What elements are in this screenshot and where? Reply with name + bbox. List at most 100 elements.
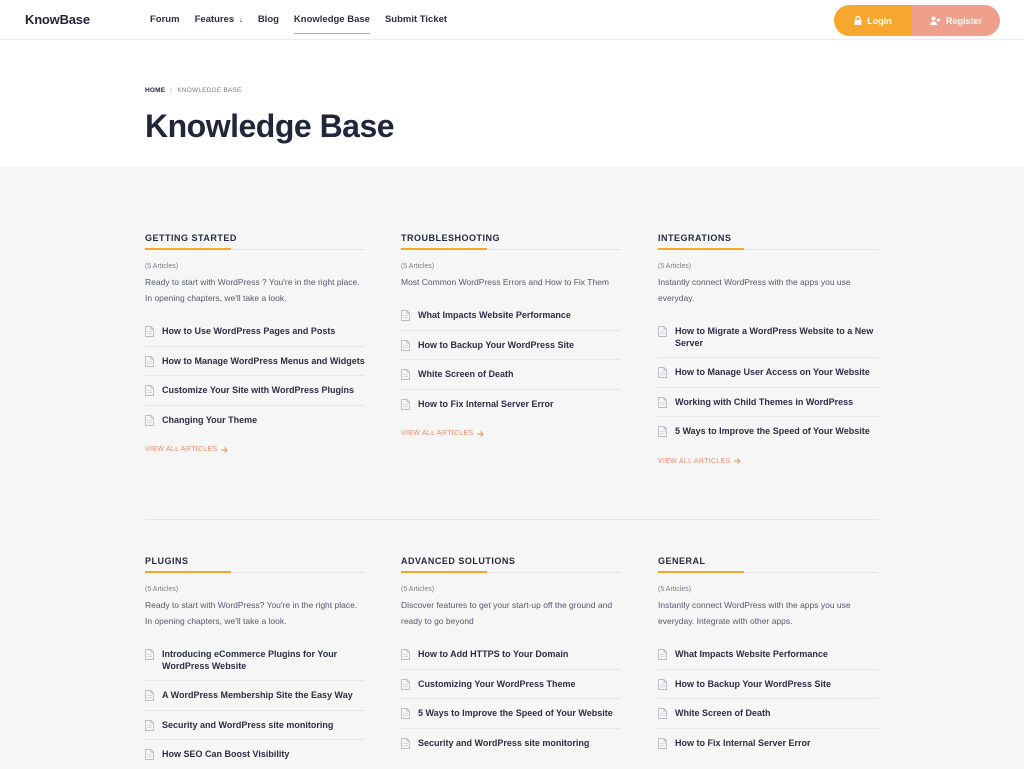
article-item[interactable]: How SEO Can Boost Visibility [145,740,365,769]
category-description: Instantly connect WordPress with the app… [658,277,851,303]
main-nav: Forum Features ↓ Blog Knowledge Base Sub… [150,0,462,40]
register-label: Register [945,15,982,26]
article-item[interactable]: Customizing Your WordPress Theme [401,670,621,699]
article-item[interactable]: How to Add HTTPS to Your Domain [401,640,621,670]
article-count: (5 Articles) [658,263,692,270]
article-list: How to Migrate a WordPress Website to a … [658,317,878,446]
article-item[interactable]: 5 Ways to Improve the Speed of Your Webs… [658,417,878,446]
site-logo[interactable]: KnowBase [25,12,90,27]
document-icon [145,649,154,660]
arrow-right-icon [477,430,485,437]
document-icon [145,690,154,701]
article-item[interactable]: Working with Child Themes in WordPress [658,388,878,417]
section-divider [145,519,879,520]
view-all-articles-link[interactable]: VIEW ALL ARTICLES [658,458,878,465]
article-item[interactable]: Changing Your Theme [145,406,365,435]
category-title[interactable]: PLUGINS [145,556,365,570]
article-item[interactable]: Security and WordPress site monitoring [145,711,365,740]
article-item[interactable]: How to Fix Internal Server Error [658,729,878,758]
register-button[interactable]: Register [912,5,1000,36]
category-title[interactable]: INTEGRATIONS [658,233,878,247]
document-icon [401,737,410,749]
article-item[interactable]: A WordPress Membership Site the Easy Way [145,681,365,711]
article-title: How to Fix Internal Server Error [675,737,811,748]
document-icon [658,396,667,408]
article-title: Security and WordPress site monitoring [162,719,334,730]
category-description: Most Common WordPress Errors and How to … [401,277,609,287]
category-title[interactable]: GENERAL [658,556,878,570]
article-title: How to Manage User Access on Your Websit… [675,367,870,377]
article-item[interactable]: How to Backup Your WordPress Site [401,331,621,360]
article-item[interactable]: What Impacts Website Performance [658,640,878,670]
article-title: How to Backup Your WordPress Site [418,339,575,350]
article-title: Security and WordPress site monitoring [418,737,590,748]
article-count: (5 Articles) [401,586,435,593]
article-list: Introducing eCommerce Plugins for Your W… [145,640,365,769]
document-icon [658,426,667,437]
arrow-right-icon [734,458,742,464]
article-title: How to Migrate a WordPress Website to a … [675,326,874,348]
article-title: What Impacts Website Performance [675,649,828,659]
category-title[interactable]: ADVANCED SOLUTIONS [401,556,621,570]
nav-blog[interactable]: Blog [258,0,279,40]
article-title: How to Manage WordPress Menus and Widget… [162,355,365,366]
article-item[interactable]: What Impacts Website Performance [401,301,621,331]
article-list: How to Add HTTPS to Your Domain Customizi… [401,640,621,757]
article-title: 5 Ways to Improve the Speed of Your Webs… [675,426,870,436]
document-icon [145,355,154,367]
article-item[interactable]: How to Use WordPress Pages and Posts [145,317,365,347]
article-title: How to Add HTTPS to Your Domain [418,649,569,659]
article-item[interactable]: How to Manage User Access on Your Websit… [658,358,878,388]
article-count: (5 Articles) [145,586,179,593]
article-list: What Impacts Website Performance How to B… [658,640,878,757]
article-item[interactable]: White Screen of Death [658,699,878,729]
document-icon [658,678,667,690]
arrow-right-icon [221,446,229,453]
document-icon [401,310,410,321]
document-icon [145,414,154,426]
category-title[interactable]: TROUBLESHOOTING [401,233,621,247]
view-all-articles-link[interactable]: VIEW ALL ARTICLES [401,430,621,437]
article-item[interactable]: How to Migrate a WordPress Website to a … [658,317,878,358]
nav-features[interactable]: Features ↓ [195,0,243,40]
nav-forum[interactable]: Forum [150,0,180,40]
article-item[interactable]: How to Manage WordPress Menus and Widget… [145,347,365,376]
article-item[interactable]: How to Fix Internal Server Error [401,390,621,419]
article-item[interactable]: How to Backup Your WordPress Site [658,670,878,699]
article-title: A WordPress Membership Site the Easy Way [162,690,353,700]
breadcrumb-separator: / [170,87,173,94]
user-plus-icon [929,16,941,25]
article-item[interactable]: 5 Ways to Improve the Speed of Your Webs… [401,699,621,729]
article-item[interactable]: Introducing eCommerce Plugins for Your W… [145,640,365,681]
article-item[interactable]: White Screen of Death [401,360,621,390]
document-icon [401,649,410,660]
document-icon [658,708,667,719]
document-icon [145,326,154,337]
article-item[interactable]: Customize Your Site with WordPress Plugi… [145,376,365,406]
article-item[interactable]: Security and WordPress site monitoring [401,729,621,758]
top-navigation-bar: KnowBase Forum Features ↓ Blog Knowledge… [0,0,1024,40]
breadcrumb-home[interactable]: HOME [145,87,165,94]
category-general: GENERAL (5 Articles) Instantly connect W… [658,556,878,757]
article-title: Introducing eCommerce Plugins for Your W… [162,649,338,671]
login-button[interactable]: Login [834,5,912,36]
document-icon [658,326,667,337]
nav-submit-ticket[interactable]: Submit Ticket [385,0,447,40]
article-title: Customizing Your WordPress Theme [418,678,576,689]
article-title: White Screen of Death [675,708,771,718]
auth-buttons: Login Register [834,5,1000,36]
article-count: (5 Articles) [145,263,179,270]
document-icon [401,708,410,719]
category-description: Discover features to get your start-up o… [401,600,613,626]
article-list: How to Use WordPress Pages and Posts How … [145,317,365,434]
breadcrumb-current: KNOWLEDGE BASE [177,87,242,94]
category-title[interactable]: GETTING STARTED [145,233,365,247]
category-getting-started: GETTING STARTED (5 Articles) Ready to st… [145,233,365,453]
view-all-articles-link[interactable]: VIEW ALL ARTICLES [145,446,365,453]
article-title: Changing Your Theme [162,414,258,425]
article-title: How SEO Can Boost Visibility [162,749,290,759]
lock-icon [854,16,862,25]
document-icon [401,398,410,410]
nav-knowledge-base[interactable]: Knowledge Base [293,0,370,40]
breadcrumb: HOME / KNOWLEDGE BASE [145,87,242,94]
